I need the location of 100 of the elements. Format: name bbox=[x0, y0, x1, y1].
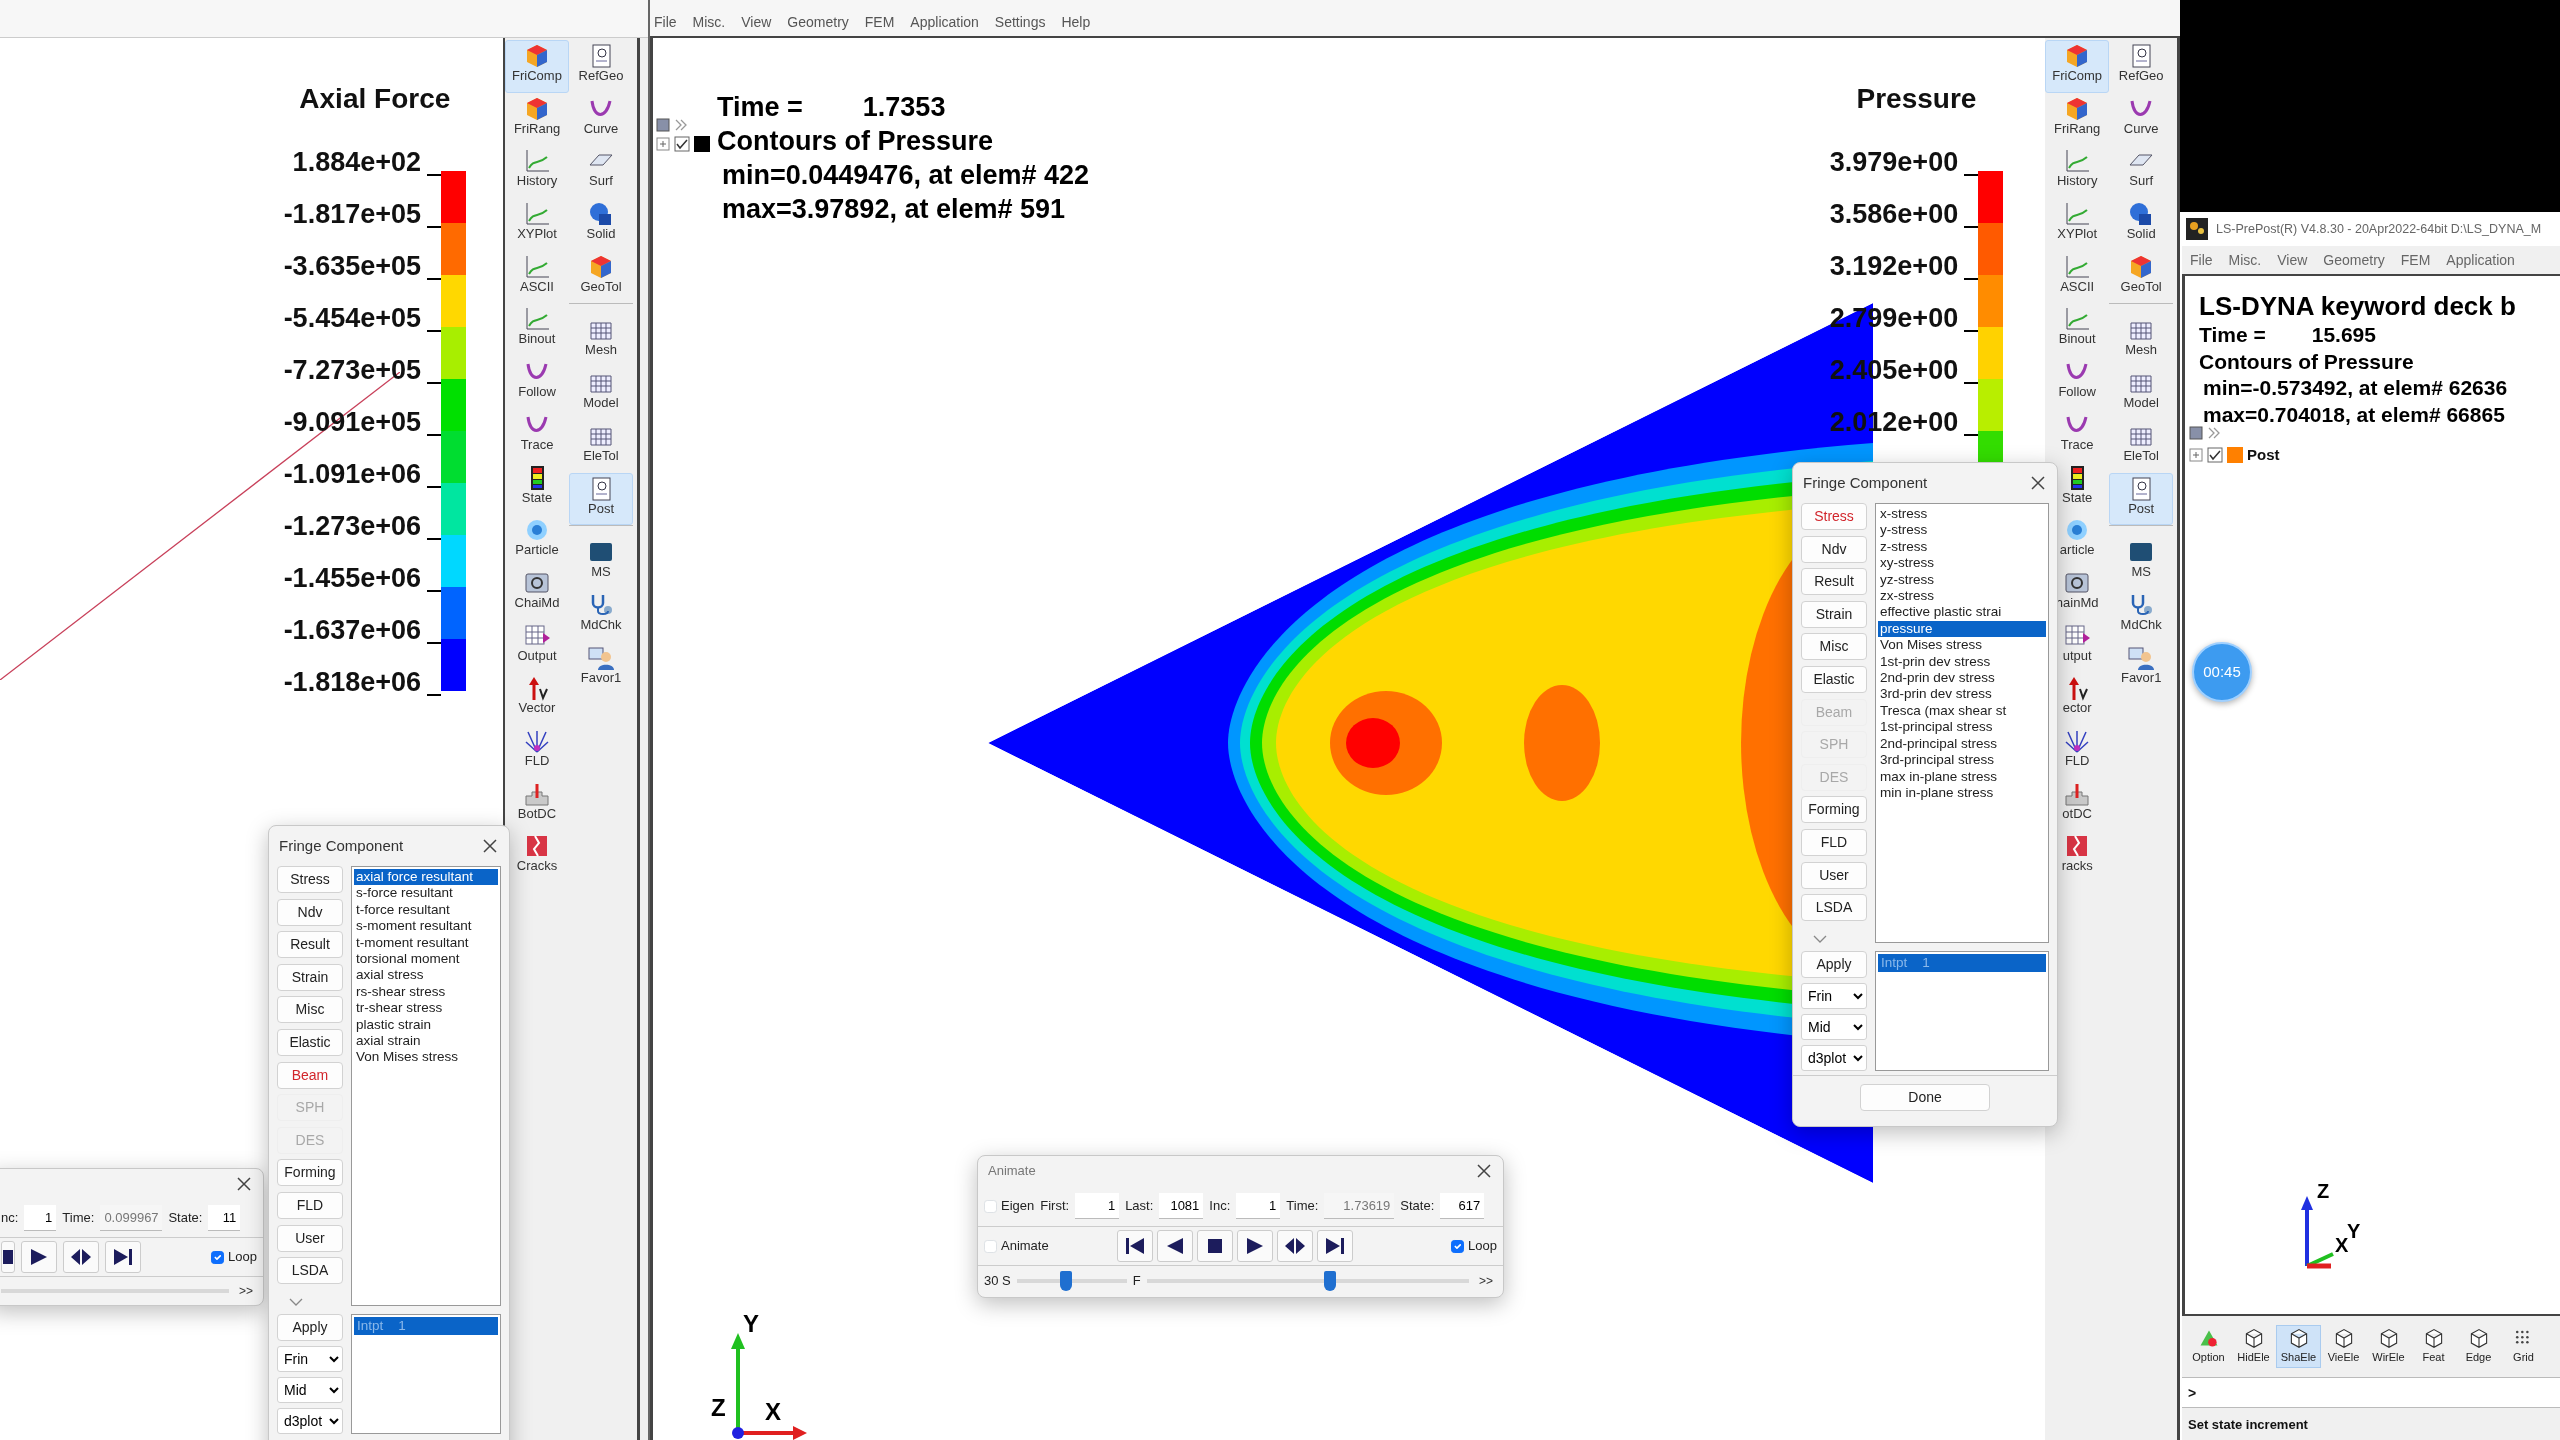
tool-button[interactable]: VieEle bbox=[2321, 1325, 2366, 1368]
input-field[interactable]: 1 bbox=[1075, 1193, 1120, 1219]
tool-button[interactable]: ShaEle bbox=[2276, 1325, 2321, 1368]
tool-button[interactable]: HidEle bbox=[2231, 1325, 2276, 1368]
tool-button[interactable]: MdChk bbox=[569, 588, 633, 642]
tool-button[interactable]: MS bbox=[2109, 536, 2174, 589]
menu-item[interactable]: Settings bbox=[994, 12, 1046, 36]
slider-thumb[interactable] bbox=[1324, 1271, 1337, 1291]
list-item[interactable]: effective plastic strai bbox=[1878, 604, 2046, 621]
list-item[interactable]: s-force resultant bbox=[354, 885, 498, 902]
play-button[interactable] bbox=[21, 1241, 57, 1273]
first-frame-button[interactable] bbox=[1116, 1230, 1153, 1262]
close-button[interactable] bbox=[481, 837, 499, 855]
tool-button[interactable]: Post bbox=[2109, 472, 2174, 526]
input-field[interactable]: 1 bbox=[1236, 1193, 1281, 1219]
tool-button[interactable]: Follow bbox=[2045, 356, 2110, 409]
tool-button[interactable]: GeoTol bbox=[569, 250, 633, 304]
checkbox[interactable] bbox=[2207, 447, 2223, 464]
tool-button[interactable]: GeoTol bbox=[2109, 250, 2174, 304]
tool-button[interactable]: ASCII bbox=[2045, 250, 2110, 304]
tool-button[interactable]: Trace bbox=[2045, 408, 2110, 462]
tool-button[interactable]: Trace bbox=[505, 408, 569, 462]
more-button[interactable]: >> bbox=[1475, 1272, 1497, 1290]
tool-button[interactable]: XYPlot bbox=[2045, 198, 2110, 251]
slider-thumb[interactable] bbox=[1060, 1271, 1073, 1291]
input-field[interactable]: 1081 bbox=[1159, 1193, 1204, 1219]
tool-button[interactable]: Surf bbox=[2109, 145, 2174, 199]
tool-button[interactable]: FLD bbox=[2045, 724, 2110, 778]
category-button[interactable]: Result bbox=[1801, 568, 1867, 596]
chevron-down-icon[interactable] bbox=[1813, 934, 1827, 945]
tool-button[interactable]: Mesh bbox=[2109, 314, 2174, 368]
list-item[interactable]: z-stress bbox=[1878, 538, 2046, 556]
tool-button[interactable]: EleTol bbox=[569, 419, 633, 473]
last-frame-button[interactable] bbox=[105, 1241, 141, 1273]
tool-button[interactable]: Favor1 bbox=[2109, 641, 2174, 695]
tool-button[interactable]: Model bbox=[2109, 367, 2174, 420]
stop-button[interactable] bbox=[1, 1241, 15, 1273]
list-item[interactable]: 3rd-principal stress bbox=[1878, 752, 2046, 769]
tool-button[interactable]: Curve bbox=[569, 92, 633, 146]
tool-button[interactable]: Edge bbox=[2456, 1325, 2501, 1368]
input-field[interactable]: 1 bbox=[24, 1205, 57, 1231]
list-item[interactable]: pressure bbox=[1878, 620, 2046, 638]
tool-button[interactable]: History bbox=[2045, 145, 2110, 199]
category-button[interactable]: Forming bbox=[277, 1159, 343, 1187]
list-item[interactable]: Von Mises stress bbox=[354, 1049, 498, 1066]
input-field[interactable]: 11 bbox=[208, 1205, 241, 1231]
tool-button[interactable]: Option bbox=[2186, 1325, 2231, 1368]
menu-item[interactable]: File bbox=[2190, 249, 2213, 271]
list-item[interactable]: 3rd-prin dev stress bbox=[1878, 686, 2046, 703]
category-button[interactable]: Elastic bbox=[1801, 665, 1867, 693]
menu-item[interactable]: File bbox=[654, 12, 677, 36]
chevron-down-icon[interactable] bbox=[289, 1297, 303, 1308]
list-item[interactable]: rs-shear stress bbox=[354, 983, 498, 1001]
apply-button[interactable]: Apply bbox=[1801, 950, 1867, 978]
checkbox[interactable] bbox=[1451, 1239, 1465, 1253]
tool-button[interactable]: History bbox=[505, 145, 569, 199]
list-item[interactable]: axial strain bbox=[354, 1033, 498, 1050]
list-item[interactable]: 2nd-principal stress bbox=[1878, 735, 2046, 753]
tool-button[interactable]: ChaiMd bbox=[505, 566, 569, 620]
previous-frame-button[interactable] bbox=[1156, 1230, 1193, 1262]
apply-button[interactable]: Apply bbox=[277, 1313, 343, 1341]
step-button[interactable] bbox=[63, 1241, 99, 1273]
last-frame-button[interactable] bbox=[1316, 1230, 1353, 1262]
tool-button[interactable]: RefGeo bbox=[2109, 40, 2174, 93]
tool-button[interactable]: Solid bbox=[569, 198, 633, 251]
tool-button[interactable]: Solid bbox=[2109, 198, 2174, 251]
list-item[interactable]: xy-stress bbox=[1878, 555, 2046, 572]
category-button[interactable]: Strain bbox=[1801, 600, 1867, 628]
tool-button[interactable]: Mesh bbox=[569, 314, 633, 368]
category-button[interactable]: User bbox=[1801, 861, 1867, 889]
category-button[interactable]: FLD bbox=[277, 1191, 343, 1219]
input-field[interactable]: 617 bbox=[1440, 1193, 1485, 1219]
checkbox[interactable] bbox=[211, 1250, 225, 1264]
tool-button[interactable]: EleTol bbox=[2109, 419, 2174, 473]
tool-button[interactable]: FriRang bbox=[2045, 92, 2110, 146]
category-button[interactable]: Misc bbox=[277, 996, 343, 1024]
category-button[interactable]: Ndv bbox=[1801, 535, 1867, 563]
tool-button[interactable]: FriComp bbox=[505, 40, 569, 93]
tool-button[interactable]: Post bbox=[569, 472, 633, 526]
menu-item[interactable]: Application bbox=[910, 12, 979, 36]
dropdown[interactable]: Frin bbox=[1801, 982, 1867, 1009]
play-button[interactable] bbox=[1236, 1230, 1273, 1262]
menu-item[interactable]: FEM bbox=[864, 12, 895, 36]
tool-button[interactable]: WirEle bbox=[2366, 1325, 2411, 1368]
step-button[interactable] bbox=[1276, 1230, 1313, 1262]
list-item[interactable]: Von Mises stress bbox=[1878, 637, 2046, 654]
list-item[interactable]: plastic strain bbox=[354, 1016, 498, 1034]
list-item[interactable]: min in-plane stress bbox=[1878, 784, 2046, 802]
list-item[interactable]: axial force resultant bbox=[354, 869, 498, 886]
more-button[interactable]: >> bbox=[235, 1282, 257, 1300]
list-item[interactable]: x-stress bbox=[1878, 506, 2046, 523]
dropdown[interactable]: Mid bbox=[1801, 1013, 1867, 1040]
close-button[interactable] bbox=[235, 1175, 253, 1193]
menu-item[interactable]: Help bbox=[1061, 12, 1091, 36]
dropdown[interactable]: Mid bbox=[277, 1376, 343, 1403]
list-item[interactable]: Tresca (max shear st bbox=[1878, 702, 2046, 720]
tool-button[interactable]: XYPlot bbox=[505, 198, 569, 251]
tool-button[interactable]: ASCII bbox=[505, 250, 569, 304]
list-item[interactable]: axial stress bbox=[354, 967, 498, 984]
checkbox[interactable] bbox=[674, 136, 690, 152]
